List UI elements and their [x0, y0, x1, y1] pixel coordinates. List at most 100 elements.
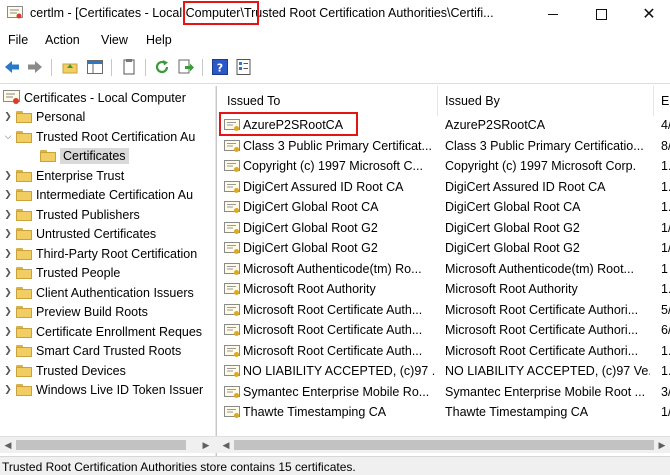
tree-item-trusted-publishers[interactable]: ❯ Trusted Publishers	[2, 205, 140, 224]
folder-icon	[16, 208, 32, 221]
show-hide-tree-icon	[87, 60, 103, 74]
tree-item-intermediate[interactable]: ❯ Intermediate Certification Au	[2, 185, 193, 204]
certificate-icon	[224, 221, 240, 234]
table-row[interactable]: Symantec Enterprise Mobile Ro... Symantec…	[218, 383, 670, 404]
back-button[interactable]	[2, 57, 22, 77]
expand-icon[interactable]: ❯	[2, 228, 14, 239]
collapse-icon[interactable]: ⌵	[2, 131, 14, 142]
cell-expiration: 1.	[661, 179, 670, 194]
table-row[interactable]: DigiCert Global Root G2 DigiCert Global R…	[218, 239, 670, 260]
cell-expiration: 3/	[661, 384, 670, 399]
menu-view[interactable]: View	[101, 33, 128, 47]
expand-icon[interactable]: ❯	[2, 384, 14, 395]
expand-icon[interactable]: ❯	[2, 189, 14, 200]
column-expiration[interactable]: E	[661, 94, 669, 108]
tree-item-certificates[interactable]: Certificates	[26, 146, 129, 165]
tree-item-preview-build[interactable]: ❯ Preview Build Roots	[2, 302, 148, 321]
menu-file[interactable]: File	[8, 33, 28, 47]
table-row[interactable]: DigiCert Global Root G2 DigiCert Global R…	[218, 219, 670, 240]
column-issued-to[interactable]: Issued To	[227, 94, 280, 108]
column-separator[interactable]	[437, 86, 438, 116]
toolbar-separator	[145, 59, 146, 76]
maximize-button[interactable]	[578, 0, 624, 28]
tree-item-enterprise-trust[interactable]: ❯ Enterprise Trust	[2, 166, 124, 185]
export-list-icon	[178, 59, 194, 74]
minimize-icon	[548, 13, 558, 15]
tree-item-third-party-root[interactable]: ❯ Third-Party Root Certification	[2, 244, 197, 263]
cell-issued-to: Microsoft Root Certificate Auth...	[243, 343, 423, 358]
tree-item-label: Third-Party Root Certification	[36, 246, 198, 261]
tree-root[interactable]: Certificates - Local Computer	[3, 88, 186, 107]
folder-icon	[16, 227, 32, 240]
scroll-left-icon[interactable]: ◀	[219, 439, 233, 452]
column-separator[interactable]	[653, 86, 654, 116]
tree-item-client-auth[interactable]: ❯ Client Authentication Issuers	[2, 283, 194, 302]
table-row[interactable]: Microsoft Root Certificate Auth... Micros…	[218, 342, 670, 363]
table-row[interactable]: Microsoft Root Authority Microsoft Root A…	[218, 280, 670, 301]
expand-icon[interactable]: ❯	[2, 248, 14, 259]
copy-icon	[123, 59, 135, 75]
menu-help[interactable]: Help	[146, 33, 172, 47]
table-row[interactable]: Microsoft Authenticode(tm) Ro... Microsof…	[218, 260, 670, 281]
pane-splitter[interactable]	[215, 86, 217, 456]
column-issued-by[interactable]: Issued By	[445, 94, 500, 108]
export-list-button[interactable]	[176, 57, 196, 77]
tree-item-trusted-people[interactable]: ❯ Trusted People	[2, 263, 120, 282]
expand-icon[interactable]: ❯	[2, 345, 14, 356]
table-row[interactable]: Copyright (c) 1997 Microsoft C... Copyrig…	[218, 157, 670, 178]
show-hide-tree-button[interactable]	[85, 57, 105, 77]
tree-item-trusted-devices[interactable]: ❯ Trusted Devices	[2, 361, 126, 380]
tree-item-label: Preview Build Roots	[36, 304, 148, 319]
horizontal-scrollbars: ◀ ▶ ◀ ▶	[0, 436, 670, 453]
scroll-left-icon[interactable]: ◀	[1, 439, 15, 452]
tree-item-smart-card[interactable]: ❯ Smart Card Trusted Roots	[2, 341, 181, 360]
folder-icon	[16, 169, 32, 182]
forward-button[interactable]	[25, 57, 45, 77]
cell-expiration: 1	[661, 261, 668, 276]
tree-item-trusted-root[interactable]: ⌵ Trusted Root Certification Au	[2, 127, 196, 146]
scroll-right-icon[interactable]: ▶	[655, 439, 669, 452]
table-row[interactable]: Microsoft Root Certificate Auth... Micros…	[218, 321, 670, 342]
tree-item-untrusted[interactable]: ❯ Untrusted Certificates	[2, 224, 156, 243]
tree-item-enrollment[interactable]: ❯ Certificate Enrollment Reques	[2, 322, 202, 341]
expand-icon[interactable]: ❯	[2, 111, 14, 122]
expand-icon[interactable]: ❯	[2, 267, 14, 278]
table-row[interactable]: NO LIABILITY ACCEPTED, (c)97 ... NO LIABI…	[218, 362, 670, 383]
scroll-right-icon[interactable]: ▶	[199, 439, 213, 452]
menu-action[interactable]: Action	[45, 33, 80, 47]
folder-icon	[16, 110, 32, 123]
copy-button[interactable]	[119, 57, 139, 77]
table-row[interactable]: Class 3 Public Primary Certificat... Clas…	[218, 137, 670, 158]
table-row[interactable]: DigiCert Global Root CA DigiCert Global R…	[218, 198, 670, 219]
minimize-button[interactable]	[530, 0, 576, 28]
expand-icon[interactable]: ❯	[2, 365, 14, 376]
expand-icon[interactable]: ❯	[2, 209, 14, 220]
help-button[interactable]: ?	[210, 57, 230, 77]
expand-icon[interactable]: ❯	[2, 326, 14, 337]
folder-icon	[16, 344, 32, 357]
expand-icon[interactable]: ❯	[2, 170, 14, 181]
table-row[interactable]: Microsoft Root Certificate Auth... Micros…	[218, 301, 670, 322]
cell-expiration: 6/	[661, 323, 670, 337]
cell-expiration: 4/	[661, 118, 670, 132]
list-scroll-thumb[interactable]	[234, 440, 654, 450]
up-folder-icon	[62, 63, 78, 74]
cell-issued-by: Copyright (c) 1997 Microsoft Corp.	[445, 159, 637, 173]
certificate-manager-icon	[7, 6, 23, 19]
tree-scroll-thumb[interactable]	[16, 440, 186, 450]
expand-icon[interactable]: ❯	[2, 287, 14, 298]
toolbar: ?	[0, 55, 670, 81]
title-highlight-box	[183, 1, 259, 25]
cell-issued-by: Microsoft Root Certificate Authori...	[445, 343, 639, 358]
cell-issued-to: Copyright (c) 1997 Microsoft C...	[243, 159, 423, 173]
tree-item-personal[interactable]: ❯ Personal	[2, 107, 85, 126]
toolbar-separator	[51, 59, 52, 76]
properties-button[interactable]	[234, 57, 254, 77]
table-row[interactable]: DigiCert Assured ID Root CA DigiCert Assu…	[218, 178, 670, 199]
up-folder-button[interactable]	[60, 57, 80, 77]
refresh-button[interactable]	[152, 57, 172, 77]
tree-item-windows-live-id[interactable]: ❯ Windows Live ID Token Issuer	[2, 380, 203, 399]
expand-icon[interactable]: ❯	[2, 306, 14, 317]
close-button[interactable]: ✕	[626, 0, 670, 28]
table-row[interactable]: Thawte Timestamping CA Thawte Timestampin…	[218, 403, 670, 424]
